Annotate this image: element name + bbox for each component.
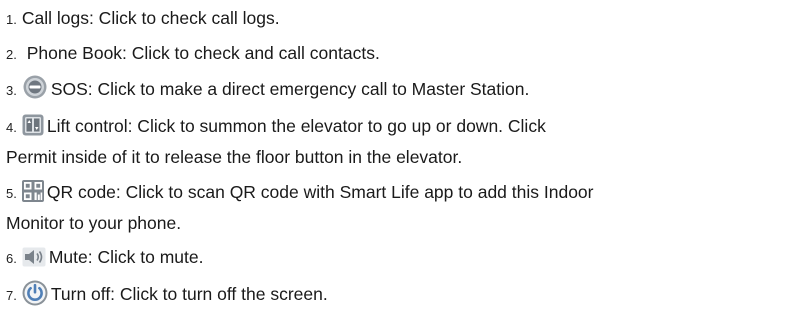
list-item-mute: 6. Mute: Click to mute. (6, 244, 792, 272)
item-number: 3. (6, 83, 17, 98)
item-text: Mute: Click to mute. (48, 247, 204, 267)
item-text: SOS: Click to make a direct emergency ca… (50, 79, 530, 99)
qr-code-icon (21, 180, 44, 202)
item-number: 1. (6, 12, 17, 27)
item-text: Call logs: Click to check call logs. (21, 8, 280, 28)
item-text-continued: Permit inside of it to release the floor… (6, 147, 463, 167)
list-item-call-logs: 1. Call logs: Click to check call logs. (6, 5, 792, 33)
list-item-phone-book: 2. Phone Book: Click to check and call c… (6, 40, 792, 68)
item-text: Turn off: Click to turn off the screen. (50, 284, 328, 304)
item-number: 6. (6, 251, 17, 266)
item-text: Lift control: Click to summon the elevat… (46, 116, 546, 136)
item-text: Phone Book: Click to check and call cont… (21, 43, 380, 63)
power-icon (22, 280, 48, 306)
item-text: QR code: Click to scan QR code with Smar… (46, 182, 594, 202)
list-item-qr-code: 5. QR code: Click to scan QR code with S… (6, 179, 792, 236)
speaker-mute-icon (22, 247, 46, 267)
list-item-sos: 3. SOS: Click to make a direct emergency… (6, 75, 792, 104)
sos-icon (22, 75, 48, 99)
item-number: 4. (6, 120, 17, 135)
item-number: 5. (6, 186, 17, 201)
list-item-turn-off: 7. Turn off: Click to turn off the scree… (6, 280, 792, 309)
item-number: 7. (6, 288, 17, 303)
lift-icon (22, 114, 44, 136)
instruction-list: 1. Call logs: Click to check call logs. 2… (0, 0, 796, 332)
item-text-continued: Monitor to your phone. (6, 213, 182, 233)
item-number: 2. (6, 47, 17, 62)
list-item-lift-control: 4. Lift control: Click to summon the ele… (6, 113, 792, 170)
